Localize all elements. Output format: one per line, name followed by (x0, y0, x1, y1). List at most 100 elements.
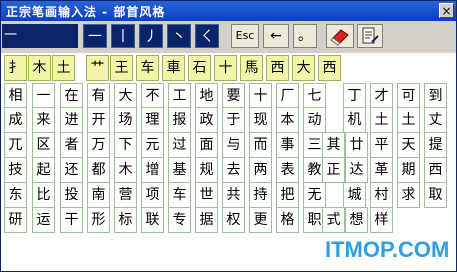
char-cell[interactable]: 与 (222, 132, 245, 158)
char-cell[interactable]: 区 (32, 132, 55, 158)
title-bar[interactable]: 正宗笔画输入法 - 部首风格 × (1, 1, 456, 21)
char-cell[interactable]: 样 (370, 207, 393, 233)
char-cell[interactable]: 规 (195, 157, 218, 183)
char-cell[interactable]: 增 (141, 157, 164, 183)
char-cell[interactable]: 表 (276, 157, 299, 183)
char-cell[interactable]: 而 (249, 132, 272, 158)
char-cell[interactable]: 式 (322, 207, 345, 233)
char-cell[interactable]: 廿 (345, 132, 368, 158)
char-cell[interactable]: 村 (370, 182, 393, 208)
char-cell[interactable]: 才 (370, 83, 393, 109)
char-cell[interactable]: 要 (222, 83, 245, 109)
esc-button[interactable]: Esc (231, 24, 259, 48)
char-cell[interactable]: 期 (397, 157, 420, 183)
period-button[interactable]: 。 (293, 24, 317, 48)
char-cell[interactable]: 东 (4, 182, 27, 208)
char-cell[interactable]: 过 (168, 132, 191, 158)
char-cell[interactable]: 无 (303, 182, 326, 208)
radical-cell[interactable]: 艹 (86, 55, 109, 81)
char-cell[interactable]: 共 (222, 182, 245, 208)
radical-cell[interactable]: 十 (214, 55, 237, 81)
char-cell[interactable]: 干 (60, 207, 83, 233)
radical-cell[interactable]: 车 (136, 55, 159, 81)
char-cell[interactable]: 本 (276, 107, 299, 133)
radical-cell[interactable]: 馬 (240, 55, 263, 81)
char-cell[interactable]: 求 (397, 182, 420, 208)
char-cell[interactable]: 一 (32, 83, 55, 109)
char-cell[interactable]: 事 (276, 132, 299, 158)
close-button[interactable]: × (439, 3, 454, 18)
stroke-vertical-button[interactable]: 丨 (111, 24, 135, 48)
char-cell[interactable]: 可 (397, 83, 420, 109)
char-cell[interactable]: 场 (114, 107, 137, 133)
char-cell[interactable]: 七 (303, 83, 326, 109)
stroke-dot-button[interactable]: 丶 (167, 24, 191, 48)
char-cell[interactable]: 相 (4, 83, 27, 109)
char-cell[interactable]: 达 (345, 157, 368, 183)
char-cell[interactable]: 成 (4, 107, 27, 133)
char-cell[interactable]: 更 (249, 207, 272, 233)
char-cell[interactable]: 来 (32, 107, 55, 133)
char-cell[interactable]: 动 (303, 107, 326, 133)
char-cell[interactable]: 持 (249, 182, 272, 208)
char-cell[interactable]: 者 (60, 132, 83, 158)
eraser-icon[interactable] (326, 24, 354, 48)
char-cell[interactable]: 革 (370, 157, 393, 183)
char-cell[interactable]: 比 (32, 182, 55, 208)
char-cell[interactable]: 于 (222, 107, 245, 133)
char-cell[interactable]: 研 (4, 207, 27, 233)
char-cell[interactable]: 把 (276, 182, 299, 208)
char-cell[interactable]: 现 (249, 107, 272, 133)
char-cell[interactable]: 土 (397, 107, 420, 133)
radical-cell[interactable]: 土 (52, 55, 75, 81)
char-cell[interactable]: 据 (195, 207, 218, 233)
stroke-turning-button[interactable]: ㄑ (195, 24, 219, 48)
radical-cell[interactable]: 扌 (4, 55, 27, 81)
char-cell[interactable]: 世 (195, 182, 218, 208)
char-cell[interactable]: 去 (222, 157, 245, 183)
char-cell[interactable]: 进 (60, 107, 83, 133)
char-cell[interactable]: 兀 (4, 132, 27, 158)
char-cell[interactable]: 联 (141, 207, 164, 233)
char-cell[interactable]: 提 (424, 132, 447, 158)
char-cell[interactable]: 起 (32, 157, 55, 183)
char-cell[interactable]: 项 (141, 182, 164, 208)
char-cell[interactable]: 工 (168, 83, 191, 109)
char-cell[interactable]: 开 (87, 107, 110, 133)
char-cell[interactable]: 理 (141, 107, 164, 133)
char-cell[interactable]: 投 (60, 182, 83, 208)
char-cell[interactable]: 车 (168, 182, 191, 208)
radical-cell[interactable]: 王 (110, 55, 133, 81)
char-cell[interactable]: 丈 (424, 107, 447, 133)
char-cell[interactable]: 想 (345, 207, 368, 233)
char-cell[interactable]: 木 (114, 157, 137, 183)
stroke-input-field[interactable]: 一 (2, 24, 78, 48)
char-cell[interactable]: 两 (249, 157, 272, 183)
char-cell[interactable]: 格 (276, 207, 299, 233)
char-cell[interactable]: 标 (114, 207, 137, 233)
char-cell[interactable]: 丁 (343, 83, 366, 109)
stroke-left-falling-button[interactable]: 丿 (139, 24, 163, 48)
char-cell[interactable]: 取 (424, 182, 447, 208)
char-cell[interactable]: 大 (114, 83, 137, 109)
char-cell[interactable]: 万 (87, 132, 110, 158)
char-cell[interactable]: 西 (424, 157, 447, 183)
char-cell[interactable]: 土 (370, 107, 393, 133)
char-cell[interactable]: 正 (322, 157, 345, 183)
char-cell[interactable]: 南 (87, 182, 110, 208)
stroke-horizontal-button[interactable]: 一 (83, 24, 107, 48)
edit-page-icon[interactable] (357, 24, 383, 48)
backspace-button[interactable]: ← (263, 24, 289, 48)
char-cell[interactable]: 形 (87, 207, 110, 233)
char-cell[interactable]: 地 (195, 83, 218, 109)
char-cell[interactable]: 专 (168, 207, 191, 233)
char-cell[interactable]: 天 (397, 132, 420, 158)
char-cell[interactable]: 下 (114, 132, 137, 158)
char-cell[interactable]: 不 (141, 83, 164, 109)
char-cell[interactable]: 元 (141, 132, 164, 158)
char-cell[interactable]: 到 (424, 83, 447, 109)
char-cell[interactable]: 机 (343, 107, 366, 133)
char-cell[interactable]: 平 (370, 132, 393, 158)
radical-cell[interactable]: 西 (318, 55, 341, 81)
char-cell[interactable]: 厂 (276, 83, 299, 109)
